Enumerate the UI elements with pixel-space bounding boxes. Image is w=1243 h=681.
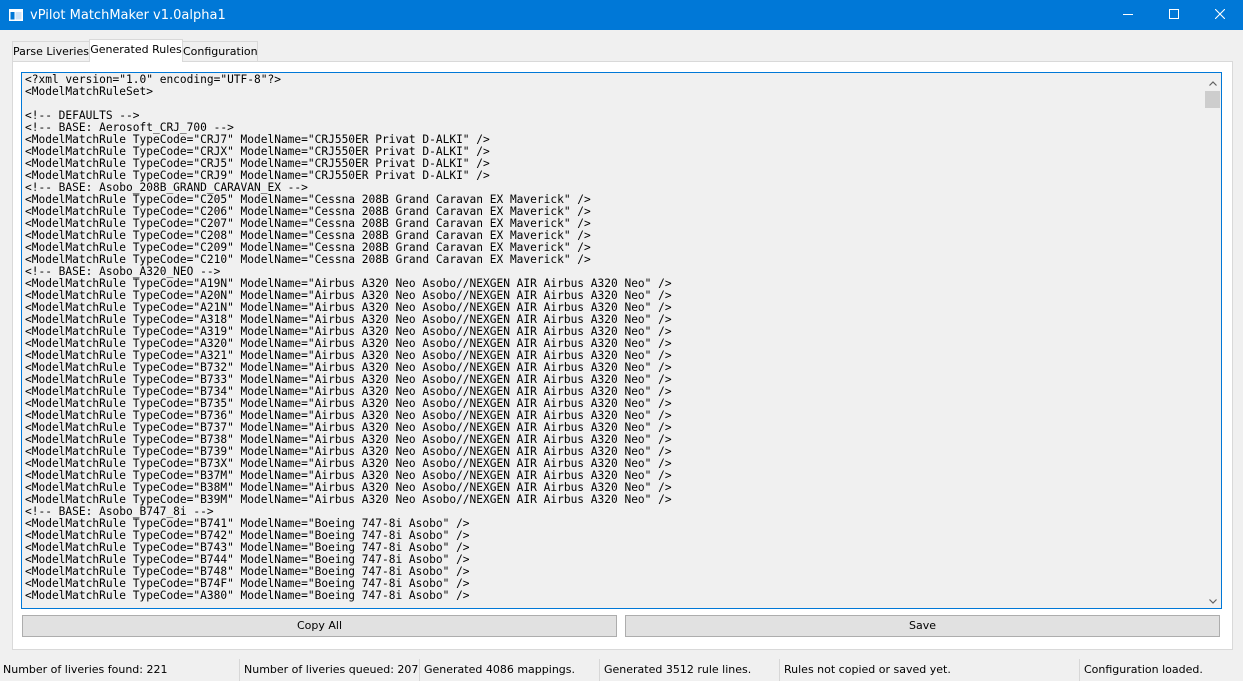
status-save-state: Rules not copied or saved yet. — [781, 659, 1080, 681]
close-button[interactable] — [1197, 0, 1243, 30]
window-title: vPilot MatchMaker v1.0alpha1 — [30, 8, 226, 23]
close-icon — [1214, 8, 1226, 22]
tab-generated-rules[interactable]: Generated Rules — [89, 39, 183, 62]
code-line: <?xml version="1.0" encoding="UTF-8"?> — [25, 74, 281, 86]
scroll-down-icon — [1208, 593, 1217, 607]
code-line: <ModelMatchRule TypeCode="A380" ModelNam… — [25, 589, 470, 602]
scroll-up-icon — [1208, 75, 1217, 89]
vertical-scrollbar[interactable] — [1204, 73, 1221, 608]
status-liveries-found: Number of liveries found: 221 — [0, 659, 240, 681]
rules-text-area[interactable]: <?xml version="1.0" encoding="UTF-8"?> <M… — [21, 72, 1222, 609]
save-button[interactable]: Save — [625, 615, 1220, 637]
maximize-icon — [1169, 8, 1179, 22]
tab-parse-liveries[interactable]: Parse Liveries — [12, 41, 90, 61]
rules-text: <?xml version="1.0" encoding="UTF-8"?> <M… — [25, 74, 1200, 607]
code-line: <ModelMatchRuleSet> — [25, 85, 153, 98]
scroll-thumb[interactable] — [1205, 91, 1220, 108]
status-config-state: Configuration loaded. — [1084, 663, 1203, 676]
title-bar[interactable]: vPilot MatchMaker v1.0alpha1 — [0, 0, 1243, 30]
status-bar: Number of liveries found: 221 Number of … — [0, 659, 1243, 681]
status-mappings: Generated 4086 mappings. — [421, 659, 600, 681]
app-window-icon — [9, 9, 23, 21]
minimize-button[interactable] — [1105, 0, 1151, 30]
app-window: vPilot MatchMaker v1.0alpha1 Parse Liver… — [0, 0, 1243, 681]
status-liveries-queued: Number of liveries queued: 207 — [241, 659, 420, 681]
scroll-up-button[interactable] — [1204, 73, 1221, 90]
tab-configuration[interactable]: Configuration — [182, 41, 258, 61]
minimize-icon — [1123, 8, 1133, 22]
status-rule-lines: Generated 3512 rule lines. — [601, 659, 780, 681]
maximize-button[interactable] — [1151, 0, 1197, 30]
scroll-down-button[interactable] — [1204, 591, 1221, 608]
copy-all-button[interactable]: Copy All — [22, 615, 617, 637]
